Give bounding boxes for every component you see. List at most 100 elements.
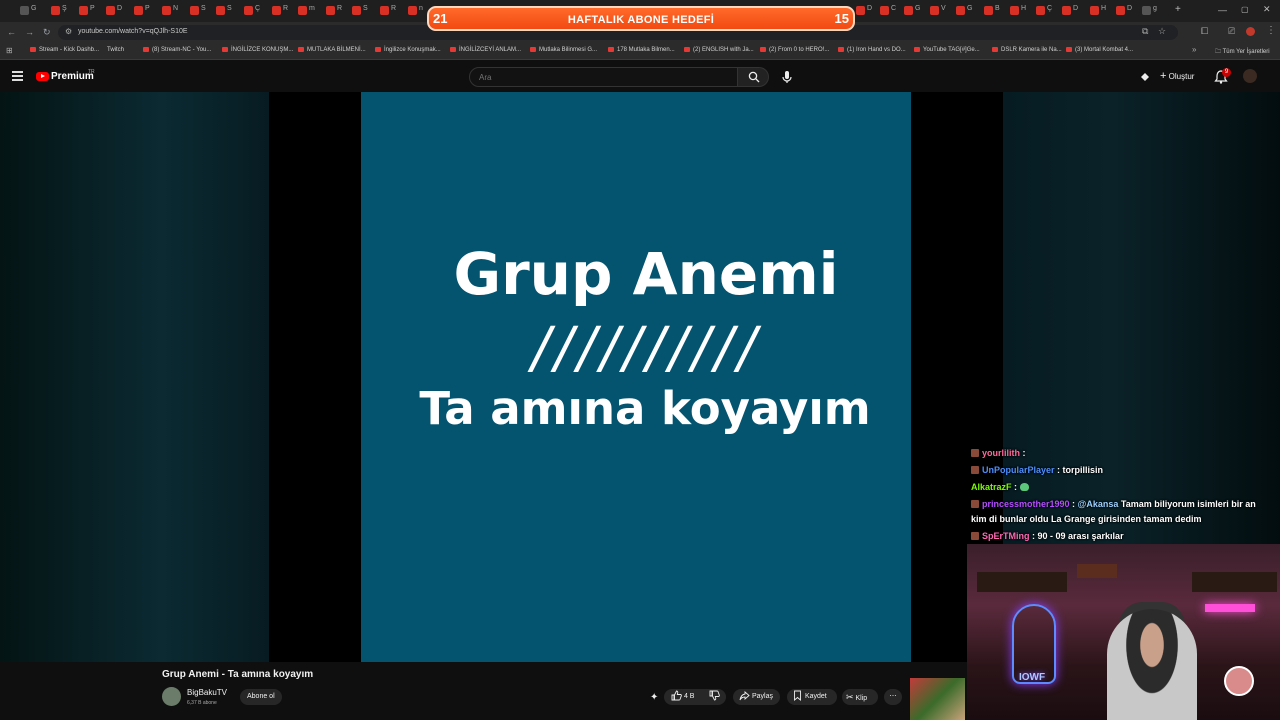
bookmark-item[interactable]: Twitch (107, 47, 124, 53)
extension-icon[interactable] (1139, 71, 1151, 83)
share-button[interactable]: Paylaş (733, 689, 780, 705)
bookmark-item[interactable]: (8) Stream-NC - You... (143, 47, 211, 53)
tab-favicon (984, 6, 993, 15)
bookmark-star-icon[interactable]: ☆ (1158, 26, 1166, 37)
tab-title[interactable]: S (227, 5, 232, 12)
search-input[interactable] (469, 67, 738, 87)
tab-title[interactable]: m (309, 5, 315, 12)
bookmark-item[interactable]: (3) Mortal Kombat 4... (1066, 47, 1133, 53)
tab-title[interactable]: H (1101, 5, 1106, 12)
tab-title[interactable]: G (915, 5, 920, 12)
tab-title[interactable]: B (995, 5, 1000, 12)
tab-title[interactable]: P (145, 5, 150, 12)
bookmark-item[interactable]: Mutlaka Bilinmesi G... (530, 47, 597, 53)
tab-favicon (880, 6, 889, 15)
tab-title[interactable]: R (283, 5, 288, 12)
tab-favicon (930, 6, 939, 15)
bookmark-item[interactable]: İNGİLİZCE KONUŞM... (222, 47, 293, 53)
url-text[interactable]: youtube.com/watch?v=qQJlh-S10E (78, 28, 188, 35)
like-button[interactable]: 4 B (671, 690, 694, 701)
account-avatar[interactable] (1243, 69, 1257, 83)
tab-favicon (1062, 6, 1071, 15)
search-icon (748, 71, 760, 83)
tab-title[interactable]: R (391, 5, 396, 12)
tab-title[interactable]: C (891, 5, 896, 12)
chat-username: AlkatrazF (971, 482, 1012, 492)
more-bookmarks-icon[interactable]: » (1192, 45, 1196, 54)
tab-title[interactable]: H (1021, 5, 1026, 12)
tab-title[interactable]: S (201, 5, 206, 12)
tab-title[interactable]: D (1127, 5, 1132, 12)
tab-title[interactable]: D (117, 5, 122, 12)
create-button[interactable]: + Oluştur (1160, 70, 1194, 82)
chat-username: princessmother1990 (982, 499, 1070, 509)
webcam-overlay: IOWF (967, 544, 1280, 720)
bookmark-item[interactable]: YouTube TAG[#]Ge... (914, 47, 980, 53)
bookmark-item[interactable]: DSLR Kamera ile Na... (992, 47, 1062, 53)
tab-title[interactable]: S (363, 5, 368, 12)
channel-name[interactable]: BigBakuTV (187, 688, 227, 697)
channel-avatar[interactable] (162, 687, 181, 706)
tab-title[interactable]: N (173, 5, 178, 12)
tab-title[interactable]: P (90, 5, 95, 12)
chat-message: SpErTMing : 90 - 09 arası şarkılar (971, 531, 1124, 541)
dislike-button[interactable] (709, 689, 720, 705)
video-text-line3: Ta amına koyayım (419, 382, 871, 435)
chat-username: yourlilith (982, 448, 1020, 458)
tab-title[interactable]: G (31, 5, 36, 12)
more-actions-button[interactable]: ⋯ (884, 689, 902, 705)
bookmark-item[interactable]: (1) Iron Hand vs DO... (838, 47, 906, 53)
clip-button[interactable]: ✂ Klip (842, 689, 878, 705)
youtube-logo-icon[interactable] (36, 72, 49, 81)
subscriber-goal-overlay: 21 HAFTALIK ABONE HEDEFİ 15 (427, 6, 855, 31)
tab-title[interactable]: Ç (255, 5, 260, 12)
minimize-icon[interactable]: — (1218, 5, 1227, 15)
sparkle-icon[interactable]: ✦ (650, 692, 658, 703)
all-bookmarks[interactable]: 🗀 Tüm Yer İşaretleri (1215, 47, 1270, 57)
tab-title[interactable]: R (337, 5, 342, 12)
maximize-icon[interactable]: ▢ (1241, 5, 1249, 14)
tab-title[interactable]: V (941, 5, 946, 12)
tab-favicon (106, 6, 115, 15)
bookmark-item[interactable]: 178 Mutlaka Bilmen... (608, 47, 675, 53)
bookmark-item[interactable]: İngilizce Konuşmak... (375, 47, 441, 53)
tab-title[interactable]: Ş (62, 5, 67, 12)
tab-favicon (272, 6, 281, 15)
chat-text: Tamam biliyorum isimleri bir an (1120, 499, 1256, 509)
menu-icon[interactable]: ⋮ (1266, 25, 1276, 36)
bookmark-item[interactable]: Stream - Kick Dashb... (30, 47, 99, 53)
search-button[interactable] (737, 67, 769, 87)
site-info-icon[interactable]: ⚙ (65, 27, 72, 36)
tab-favicon (1010, 6, 1019, 15)
bookmark-item[interactable]: (2) From 0 to HERO!... (760, 47, 829, 53)
cast-icon[interactable]: ⎚ (1228, 26, 1235, 37)
goal-label: HAFTALIK ABONE HEDEFİ (567, 14, 715, 26)
related-video-thumbnail[interactable] (910, 678, 965, 720)
share-label: Paylaş (751, 693, 773, 700)
bookmark-item[interactable]: (2) ENGLISH with Ja... (684, 47, 754, 53)
close-icon[interactable]: ✕ (1263, 4, 1271, 15)
save-button[interactable]: Kaydet (787, 689, 837, 705)
forward-icon[interactable]: → (25, 27, 34, 37)
chat-message-continuation: kim di bunlar oldu La Grange girisinden … (971, 514, 1202, 524)
tab-title[interactable]: G (967, 5, 972, 12)
back-icon[interactable]: ← (7, 27, 16, 37)
tab-title[interactable]: g (1153, 5, 1157, 12)
tab-title[interactable]: Ç (1047, 5, 1052, 12)
subscribe-button[interactable]: Abone ol (240, 689, 282, 705)
tab-title[interactable]: D (867, 5, 872, 12)
tab-title[interactable]: n (419, 5, 423, 12)
profile-avatar[interactable] (1246, 27, 1255, 36)
extensions-icon[interactable]: ⧠ (1201, 26, 1208, 37)
tab-favicon (51, 6, 60, 15)
apps-icon[interactable]: ⊞ (6, 46, 13, 55)
microphone-icon[interactable] (780, 69, 794, 85)
bookmark-item[interactable]: İNGİLİZCEYİ ANLAM... (450, 47, 521, 53)
new-tab-icon[interactable]: + (1175, 4, 1181, 15)
guide-menu-icon[interactable] (12, 71, 23, 81)
install-icon[interactable]: ⧉ (1142, 26, 1148, 37)
bookmark-item[interactable]: MUTLAKA BİLMENİ... (298, 47, 366, 53)
plus-icon: + (1160, 70, 1167, 82)
tab-title[interactable]: D (1073, 5, 1078, 12)
reload-icon[interactable]: ↻ (43, 27, 51, 38)
